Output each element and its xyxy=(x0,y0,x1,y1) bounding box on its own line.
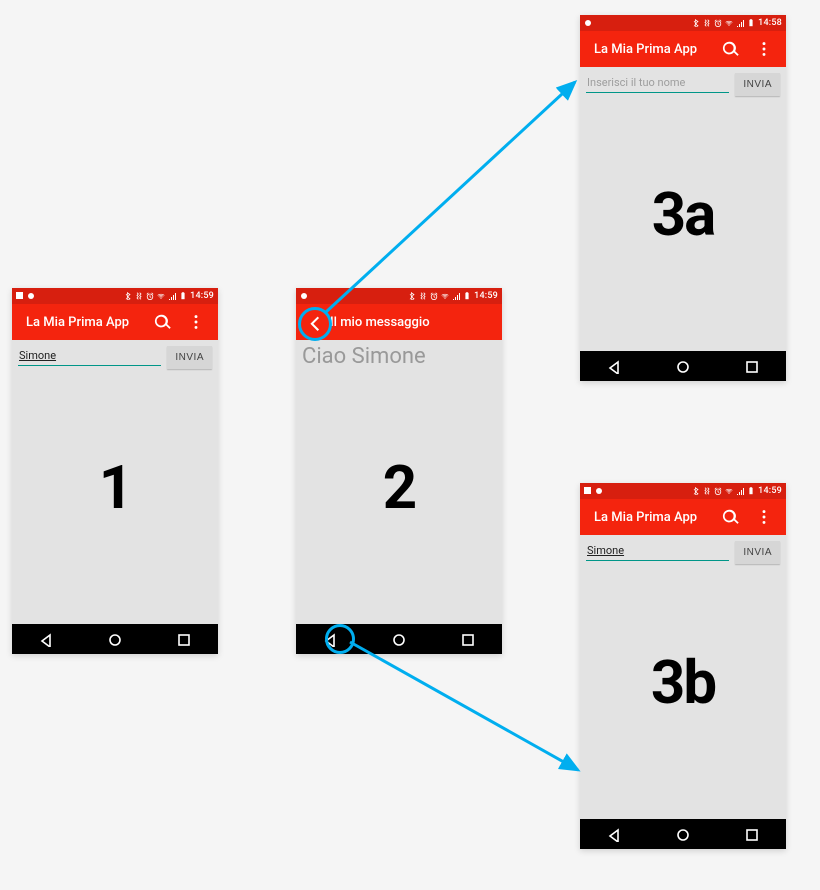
nav-back-icon[interactable] xyxy=(39,632,53,646)
system-nav-bar xyxy=(296,624,502,654)
action-bar: La Mia Prima App xyxy=(12,304,218,340)
send-button[interactable]: INVIA xyxy=(735,73,780,96)
system-nav-bar xyxy=(580,351,786,381)
search-icon[interactable] xyxy=(152,312,172,332)
bluetooth-icon xyxy=(408,292,416,300)
arrow-to-3a xyxy=(326,82,575,312)
action-bar: La Mia Prima App xyxy=(580,499,786,535)
nav-home-icon[interactable] xyxy=(108,632,122,646)
nav-recent-icon[interactable] xyxy=(745,359,759,373)
screen-1: 14:59 La Mia Prima App INVIA 1 xyxy=(12,288,218,654)
app-title: La Mia Prima App xyxy=(594,42,697,57)
nav-home-icon[interactable] xyxy=(392,632,406,646)
status-time: 14:59 xyxy=(474,291,498,301)
nav-home-icon[interactable] xyxy=(676,827,690,841)
search-icon[interactable] xyxy=(720,39,740,59)
battery-icon xyxy=(179,292,187,300)
alarm-icon xyxy=(146,292,154,300)
wifi-icon xyxy=(725,19,733,27)
overflow-menu-icon[interactable] xyxy=(186,312,206,332)
signal-icon xyxy=(736,19,744,27)
screen-label: 2 xyxy=(383,452,415,523)
content-area: INVIA 3a xyxy=(580,67,786,351)
bluetooth-icon xyxy=(692,19,700,27)
battery-icon xyxy=(747,19,755,27)
name-input[interactable] xyxy=(586,73,729,93)
status-bar: 14:59 xyxy=(296,288,502,304)
content-area: INVIA 1 xyxy=(12,340,218,624)
battery-icon xyxy=(747,487,755,495)
status-debug-icon xyxy=(27,292,35,300)
nav-back-icon[interactable] xyxy=(607,359,621,373)
alarm-icon xyxy=(430,292,438,300)
up-back-icon[interactable] xyxy=(304,312,324,332)
battery-icon xyxy=(463,292,471,300)
signal-icon xyxy=(736,487,744,495)
wifi-icon xyxy=(441,292,449,300)
arrow-to-3b xyxy=(350,642,578,770)
content-area: INVIA 3b xyxy=(580,535,786,819)
screen-title: Il mio messaggio xyxy=(330,315,430,330)
wifi-icon xyxy=(725,487,733,495)
status-debug-icon xyxy=(595,487,603,495)
content-area: Ciao Simone 2 xyxy=(296,340,502,624)
vibrate-icon xyxy=(419,292,427,300)
status-bar: 14:58 xyxy=(580,15,786,31)
status-time: 14:58 xyxy=(758,18,782,28)
name-input[interactable] xyxy=(586,541,729,561)
status-debug-icon xyxy=(584,19,592,27)
screen-label: 1 xyxy=(99,452,131,523)
system-nav-bar xyxy=(580,819,786,849)
alarm-icon xyxy=(714,487,722,495)
action-bar: La Mia Prima App xyxy=(580,31,786,67)
search-icon[interactable] xyxy=(720,507,740,527)
signal-icon xyxy=(168,292,176,300)
message-text: Ciao Simone xyxy=(296,340,502,369)
screen-2: 14:59 Il mio messaggio Ciao Simone 2 xyxy=(296,288,502,654)
overflow-menu-icon[interactable] xyxy=(754,39,774,59)
signal-icon xyxy=(452,292,460,300)
send-button[interactable]: INVIA xyxy=(167,346,212,369)
nav-back-icon[interactable] xyxy=(607,827,621,841)
wifi-icon xyxy=(157,292,165,300)
alarm-icon xyxy=(714,19,722,27)
nav-recent-icon[interactable] xyxy=(745,827,759,841)
status-time: 14:59 xyxy=(190,291,214,301)
vibrate-icon xyxy=(703,19,711,27)
screen-label: 3b xyxy=(651,647,715,718)
bluetooth-icon xyxy=(692,487,700,495)
nav-home-icon[interactable] xyxy=(676,359,690,373)
status-bar: 14:59 xyxy=(580,483,786,499)
nav-recent-icon[interactable] xyxy=(177,632,191,646)
bluetooth-icon xyxy=(124,292,132,300)
status-debug-icon xyxy=(300,292,308,300)
send-button[interactable]: INVIA xyxy=(735,541,780,564)
app-title: La Mia Prima App xyxy=(26,315,129,330)
status-bar: 14:59 xyxy=(12,288,218,304)
vibrate-icon xyxy=(135,292,143,300)
screen-3b: 14:59 La Mia Prima App INVIA 3b xyxy=(580,483,786,849)
status-time: 14:59 xyxy=(758,486,782,496)
vibrate-icon xyxy=(703,487,711,495)
app-title: La Mia Prima App xyxy=(594,510,697,525)
nav-back-icon[interactable] xyxy=(323,632,337,646)
status-notif-icon xyxy=(16,292,24,300)
screen-label: 3a xyxy=(652,179,715,250)
name-input[interactable] xyxy=(18,346,161,366)
status-notif-icon xyxy=(584,487,592,495)
system-nav-bar xyxy=(12,624,218,654)
action-bar: Il mio messaggio xyxy=(296,304,502,340)
screen-3a: 14:58 La Mia Prima App INVIA 3a xyxy=(580,15,786,381)
nav-recent-icon[interactable] xyxy=(461,632,475,646)
overflow-menu-icon[interactable] xyxy=(754,507,774,527)
